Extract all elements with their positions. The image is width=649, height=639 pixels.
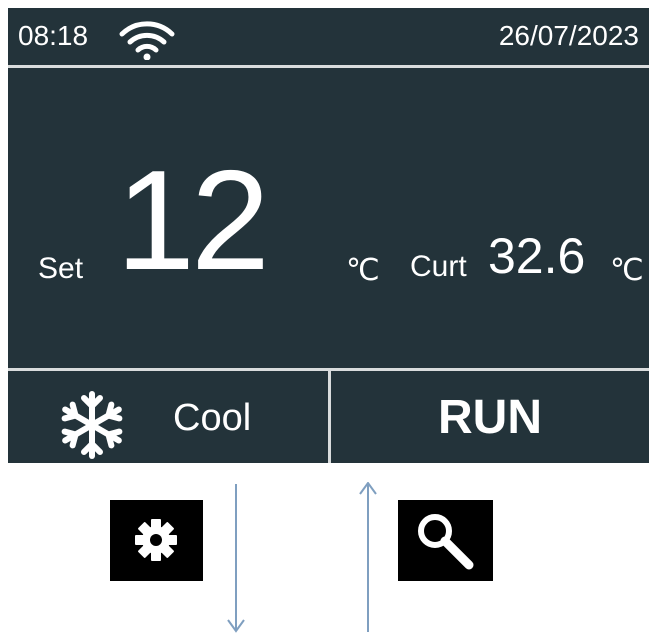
search-button[interactable] [398,500,493,581]
clock-time: 08:18 [18,20,89,51]
current-temperature-value: 32.6 [488,228,586,284]
run-status-indicator[interactable]: RUN [331,371,649,463]
arrow-up-icon [358,481,378,632]
settings-button[interactable] [110,500,203,581]
wifi-icon [118,20,176,61]
mode-status-row: Cool RUN [8,371,649,463]
set-temperature-label: Set [38,252,84,285]
mode-label: Cool [173,397,252,439]
thermostat-display: 08:18 26/07/2023 Set 12 ℃ Curt 32.6 ℃ Co… [8,8,649,463]
arrow-down-icon [226,484,246,634]
set-temperature-value: 12 [116,141,270,300]
run-status-label: RUN [438,391,542,444]
date: 26/07/2023 [498,20,639,51]
temperature-panel: Set 12 ℃ Curt 32.6 ℃ [8,68,649,371]
snowflake-icon [56,389,128,461]
current-temperature-label: Curt [410,250,467,283]
mode-indicator[interactable]: Cool [8,371,331,463]
status-bar: 08:18 26/07/2023 [8,8,649,68]
current-temperature-unit: ℃ [610,254,644,287]
set-temperature-unit: ℃ [346,254,380,287]
